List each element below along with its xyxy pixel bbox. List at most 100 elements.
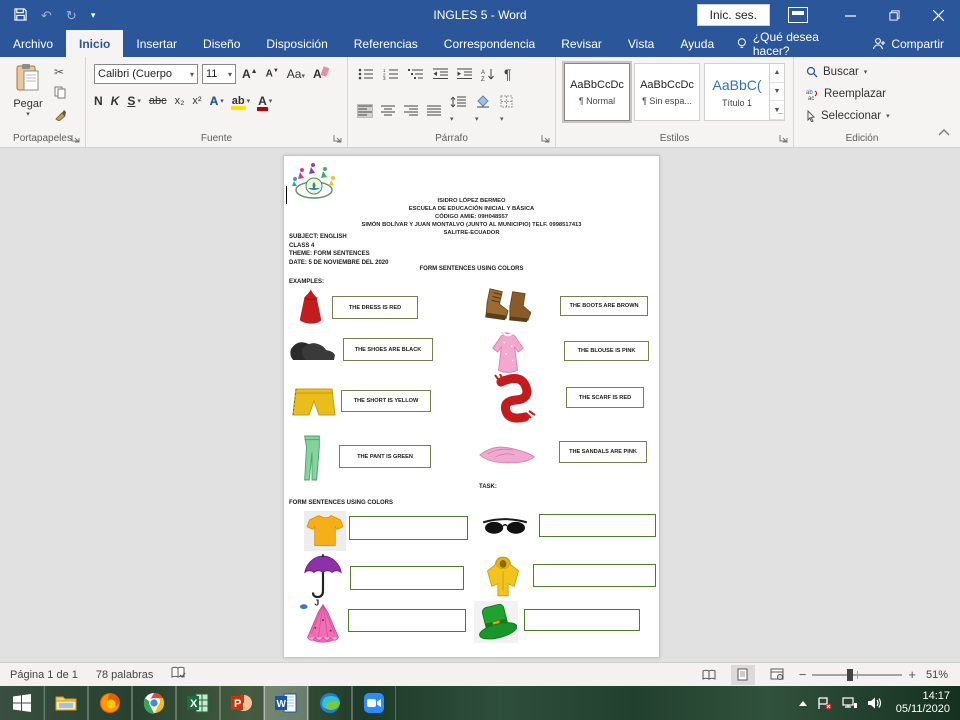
- styles-gallery-more-icon[interactable]: ▼̲: [770, 101, 784, 120]
- zoom-app-button[interactable]: [352, 686, 396, 720]
- tab-ayuda[interactable]: Ayuda: [667, 30, 727, 57]
- highlight-button[interactable]: ab: [232, 95, 245, 107]
- font-color-button[interactable]: A: [258, 94, 267, 108]
- increase-indent-button[interactable]: [457, 68, 472, 80]
- paragraph-dialog-launcher[interactable]: [541, 134, 552, 145]
- zoom-in-icon[interactable]: +: [908, 667, 916, 682]
- subscript-button[interactable]: x₂: [175, 95, 185, 107]
- align-left-button[interactable]: [358, 105, 372, 117]
- tray-expand-icon[interactable]: [798, 700, 808, 707]
- read-mode-icon[interactable]: [697, 665, 721, 685]
- multilevel-list-button[interactable]: [408, 68, 424, 80]
- bullets-button[interactable]: [358, 68, 374, 80]
- answer-box-sunglasses[interactable]: [539, 514, 656, 537]
- show-marks-button[interactable]: ¶: [504, 66, 512, 82]
- borders-button[interactable]: ▾: [500, 95, 514, 126]
- start-button[interactable]: [0, 686, 44, 720]
- format-painter-icon[interactable]: [54, 109, 67, 124]
- select-button[interactable]: Seleccionar▾: [806, 110, 890, 122]
- tab-disposicion[interactable]: Disposición: [253, 30, 340, 57]
- tab-referencias[interactable]: Referencias: [341, 30, 431, 57]
- answer-box-umbrella[interactable]: [350, 566, 464, 590]
- style-normal[interactable]: AaBbCcDc ¶ Normal: [564, 63, 630, 121]
- tab-vista[interactable]: Vista: [615, 30, 667, 57]
- collapse-ribbon-icon[interactable]: [938, 123, 950, 141]
- network-icon[interactable]: [842, 697, 857, 709]
- answer-box-hat[interactable]: [524, 609, 640, 631]
- customize-qat-icon[interactable]: ▾: [91, 11, 96, 20]
- paste-button[interactable]: Pegar ▾: [8, 63, 48, 125]
- strikethrough-button[interactable]: abc: [149, 95, 167, 107]
- close-button[interactable]: [916, 0, 960, 30]
- tell-me-box[interactable]: ¿Qué desea hacer?: [727, 30, 856, 57]
- document-page[interactable]: ISIDRO LÓPEZ BERMEO ESCUELA DE EDUCACIÓN…: [283, 155, 660, 658]
- bold-button[interactable]: N: [94, 94, 103, 108]
- speaker-icon[interactable]: [867, 697, 882, 709]
- print-layout-icon[interactable]: [731, 665, 755, 685]
- tab-diseno[interactable]: Diseño: [190, 30, 253, 57]
- grow-font-button[interactable]: A▲: [240, 67, 260, 81]
- styles-scroll-down-icon[interactable]: ▼: [770, 83, 784, 102]
- tab-insertar[interactable]: Insertar: [123, 30, 190, 57]
- chrome-button[interactable]: [132, 686, 176, 720]
- sign-in-button[interactable]: Inic. ses.: [697, 4, 770, 26]
- styles-dialog-launcher[interactable]: [779, 134, 790, 145]
- tab-correspondencia[interactable]: Correspondencia: [431, 30, 548, 57]
- replace-button[interactable]: abac Reemplazar: [806, 88, 886, 100]
- justify-button[interactable]: [427, 105, 441, 117]
- excel-button[interactable]: X: [176, 686, 220, 720]
- restore-button[interactable]: [872, 0, 916, 30]
- numbering-button[interactable]: 123: [383, 68, 399, 80]
- align-center-button[interactable]: [381, 105, 395, 117]
- find-button[interactable]: Buscar▾: [806, 66, 867, 78]
- redo-icon[interactable]: ↻: [66, 9, 77, 22]
- font-size-combo[interactable]: 11▾: [202, 64, 236, 84]
- web-layout-icon[interactable]: [765, 665, 789, 685]
- minimize-button[interactable]: [828, 0, 872, 30]
- zoom-out-icon[interactable]: −: [799, 667, 807, 682]
- shrink-font-button[interactable]: A▼: [264, 68, 281, 79]
- clipboard-dialog-launcher[interactable]: [71, 134, 82, 145]
- zoom-slider-handle[interactable]: [847, 669, 853, 681]
- zoom-level[interactable]: 51%: [926, 669, 948, 681]
- zoom-slider[interactable]: − +: [799, 667, 916, 682]
- text-effects-button[interactable]: A: [210, 94, 219, 108]
- sort-button[interactable]: AZ: [481, 68, 495, 81]
- copy-icon[interactable]: [54, 86, 67, 102]
- answer-box-dress[interactable]: [348, 609, 466, 632]
- cut-icon[interactable]: ✂: [54, 65, 67, 79]
- firefox-button[interactable]: [88, 686, 132, 720]
- proofing-icon[interactable]: [171, 666, 186, 683]
- underline-arrow[interactable]: ▾: [137, 97, 141, 105]
- ribbon-display-options-icon[interactable]: [788, 7, 808, 23]
- share-button[interactable]: Compartir: [856, 30, 960, 57]
- underline-button[interactable]: S: [127, 94, 135, 108]
- line-spacing-button[interactable]: ▾: [450, 96, 466, 126]
- superscript-button[interactable]: x²: [192, 95, 201, 107]
- italic-button[interactable]: K: [111, 94, 120, 108]
- file-explorer-button[interactable]: [44, 686, 88, 720]
- shading-button[interactable]: ▾: [475, 95, 491, 126]
- font-name-combo[interactable]: Calibri (Cuerpo▾: [94, 64, 198, 84]
- style-sin-espaciado[interactable]: AaBbCcDc ¶ Sin espa...: [634, 63, 700, 121]
- clock[interactable]: 14:17 05/11/2020: [892, 690, 950, 716]
- decrease-indent-button[interactable]: [433, 68, 448, 80]
- tab-inicio[interactable]: Inicio: [66, 30, 123, 57]
- answer-box-raincoat[interactable]: [533, 564, 656, 587]
- align-right-button[interactable]: [404, 105, 418, 117]
- clear-formatting-button[interactable]: A: [311, 67, 324, 81]
- tab-archivo[interactable]: Archivo: [0, 30, 66, 57]
- edge-button[interactable]: [308, 686, 352, 720]
- answer-box-tshirt[interactable]: [349, 516, 468, 540]
- change-case-button[interactable]: Aa▾: [285, 67, 307, 81]
- style-titulo-1[interactable]: AaBbC( Título 1: [704, 63, 770, 121]
- powerpoint-button[interactable]: P: [220, 686, 264, 720]
- tab-revisar[interactable]: Revisar: [548, 30, 615, 57]
- page-indicator[interactable]: Página 1 de 1: [10, 669, 78, 681]
- font-dialog-launcher[interactable]: [333, 134, 344, 145]
- paste-dropdown-arrow[interactable]: ▾: [8, 110, 48, 118]
- styles-gallery-scroll[interactable]: ▲ ▼ ▼̲: [769, 63, 785, 121]
- undo-icon[interactable]: ↶: [41, 9, 52, 22]
- styles-scroll-up-icon[interactable]: ▲: [770, 64, 784, 83]
- word-button[interactable]: W: [264, 686, 308, 720]
